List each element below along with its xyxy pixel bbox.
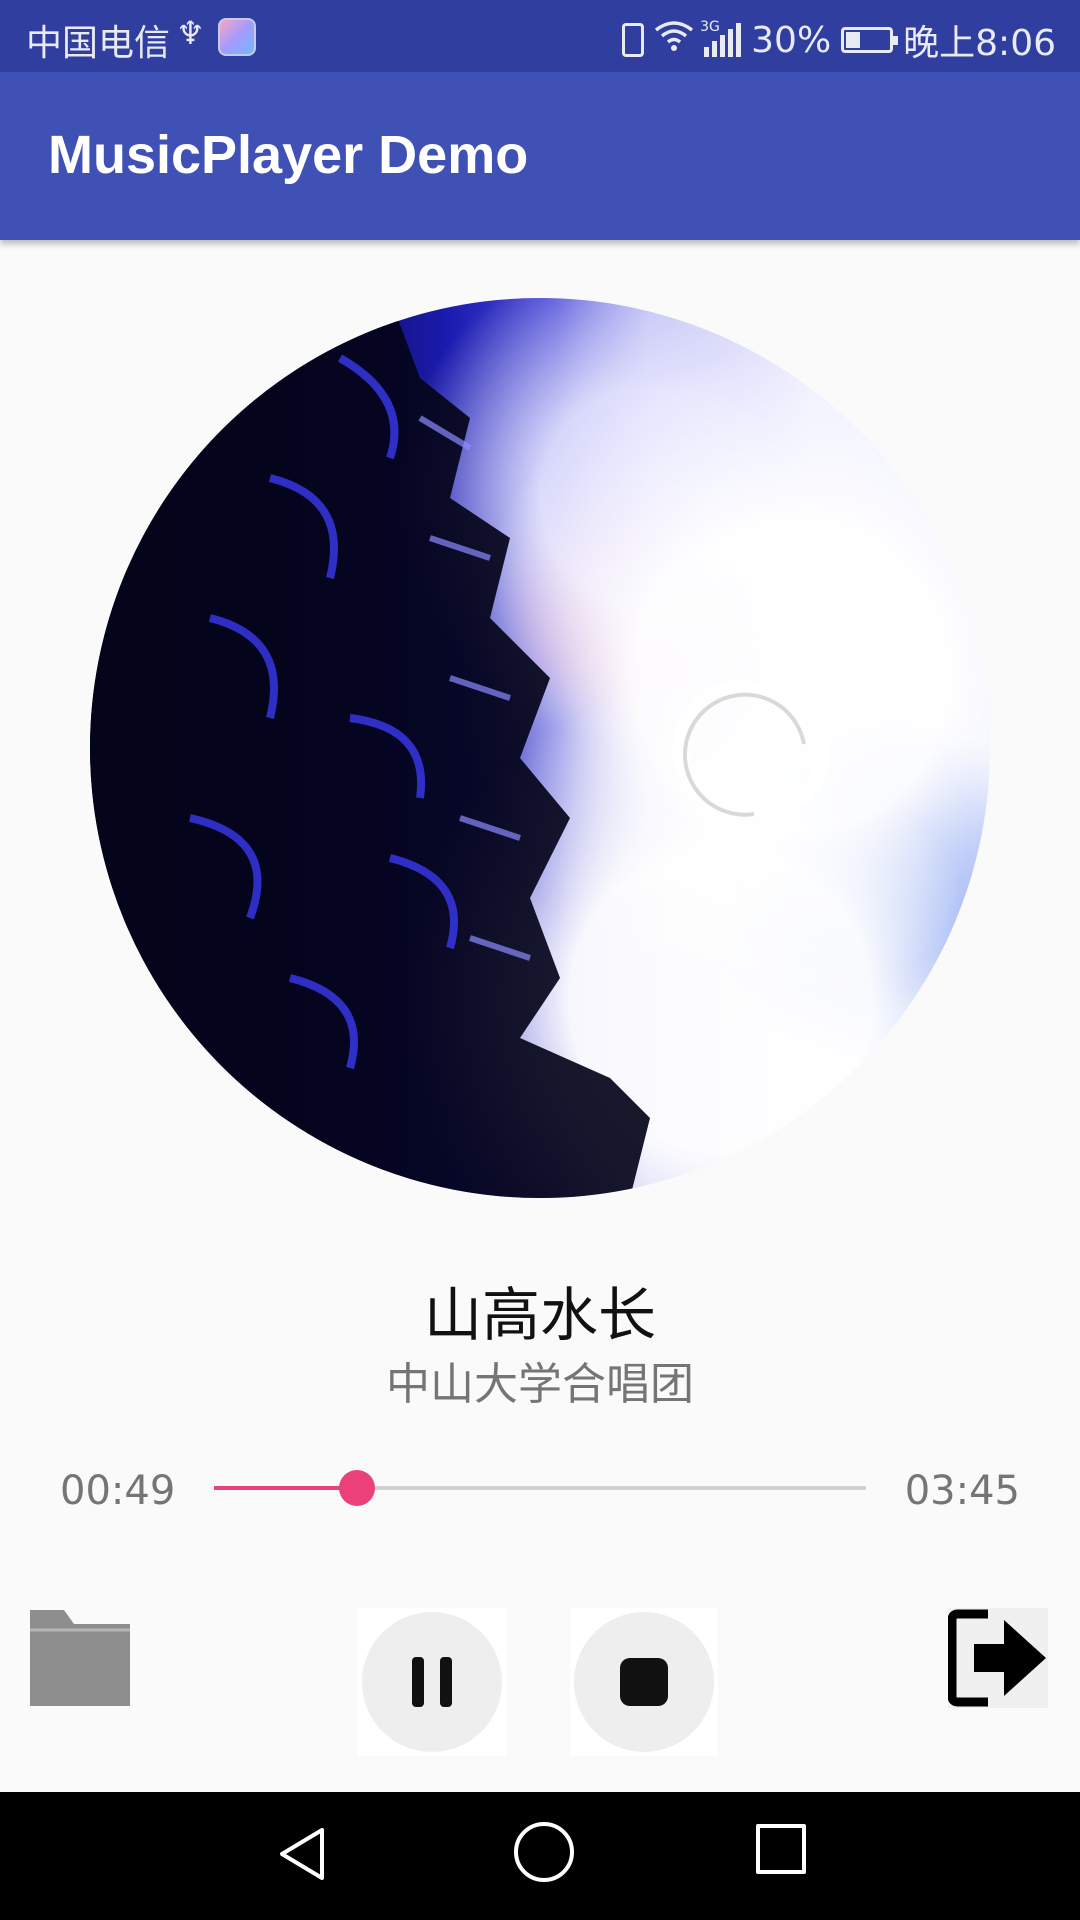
album-art xyxy=(90,298,990,1198)
total-time: 03:45 xyxy=(904,1468,1020,1514)
notification-app-icon xyxy=(218,18,256,56)
stop-icon xyxy=(620,1658,668,1706)
wifi-icon xyxy=(654,20,694,61)
status-bar: 中国电信 ♆ 3G 30% 晚上8:06 xyxy=(0,0,1080,72)
vibrate-icon xyxy=(622,23,645,57)
clock: 晚上8:06 xyxy=(903,23,1056,64)
exit-button[interactable] xyxy=(947,1608,1048,1708)
stop-button-face xyxy=(574,1612,714,1752)
seek-thumb[interactable] xyxy=(339,1470,376,1506)
back-icon[interactable] xyxy=(272,1822,336,1886)
seek-progress xyxy=(214,1486,358,1490)
song-artist: 中山大学合唱团 xyxy=(386,1359,694,1410)
recent-apps-icon[interactable] xyxy=(756,1824,806,1874)
album-logo-icon xyxy=(672,680,829,817)
stop-button[interactable] xyxy=(570,1608,718,1756)
carrier-label: 中国电信 xyxy=(26,23,171,64)
battery-icon xyxy=(841,27,899,53)
album-crowd-silhouette xyxy=(90,298,650,1198)
navigation-bar xyxy=(0,1792,1080,1920)
seek-bar[interactable] xyxy=(214,1462,866,1514)
home-icon[interactable] xyxy=(514,1822,574,1882)
pause-icon xyxy=(412,1657,452,1707)
exit-icon xyxy=(947,1609,1046,1707)
app-bar: MusicPlayer Demo xyxy=(0,72,1080,240)
pause-button-face xyxy=(362,1612,502,1752)
current-time: 00:49 xyxy=(60,1468,176,1514)
network-type-label: 3G xyxy=(700,19,720,35)
pause-button[interactable] xyxy=(358,1608,506,1756)
signal-icon: 3G xyxy=(700,19,742,57)
song-title: 山高水长 xyxy=(423,1281,656,1349)
folder-button[interactable] xyxy=(28,1606,132,1710)
battery-percent: 30% xyxy=(751,19,832,61)
folder-icon xyxy=(30,1610,130,1706)
app-title: MusicPlayer Demo xyxy=(48,125,529,185)
usb-icon: ♆ xyxy=(176,14,205,52)
